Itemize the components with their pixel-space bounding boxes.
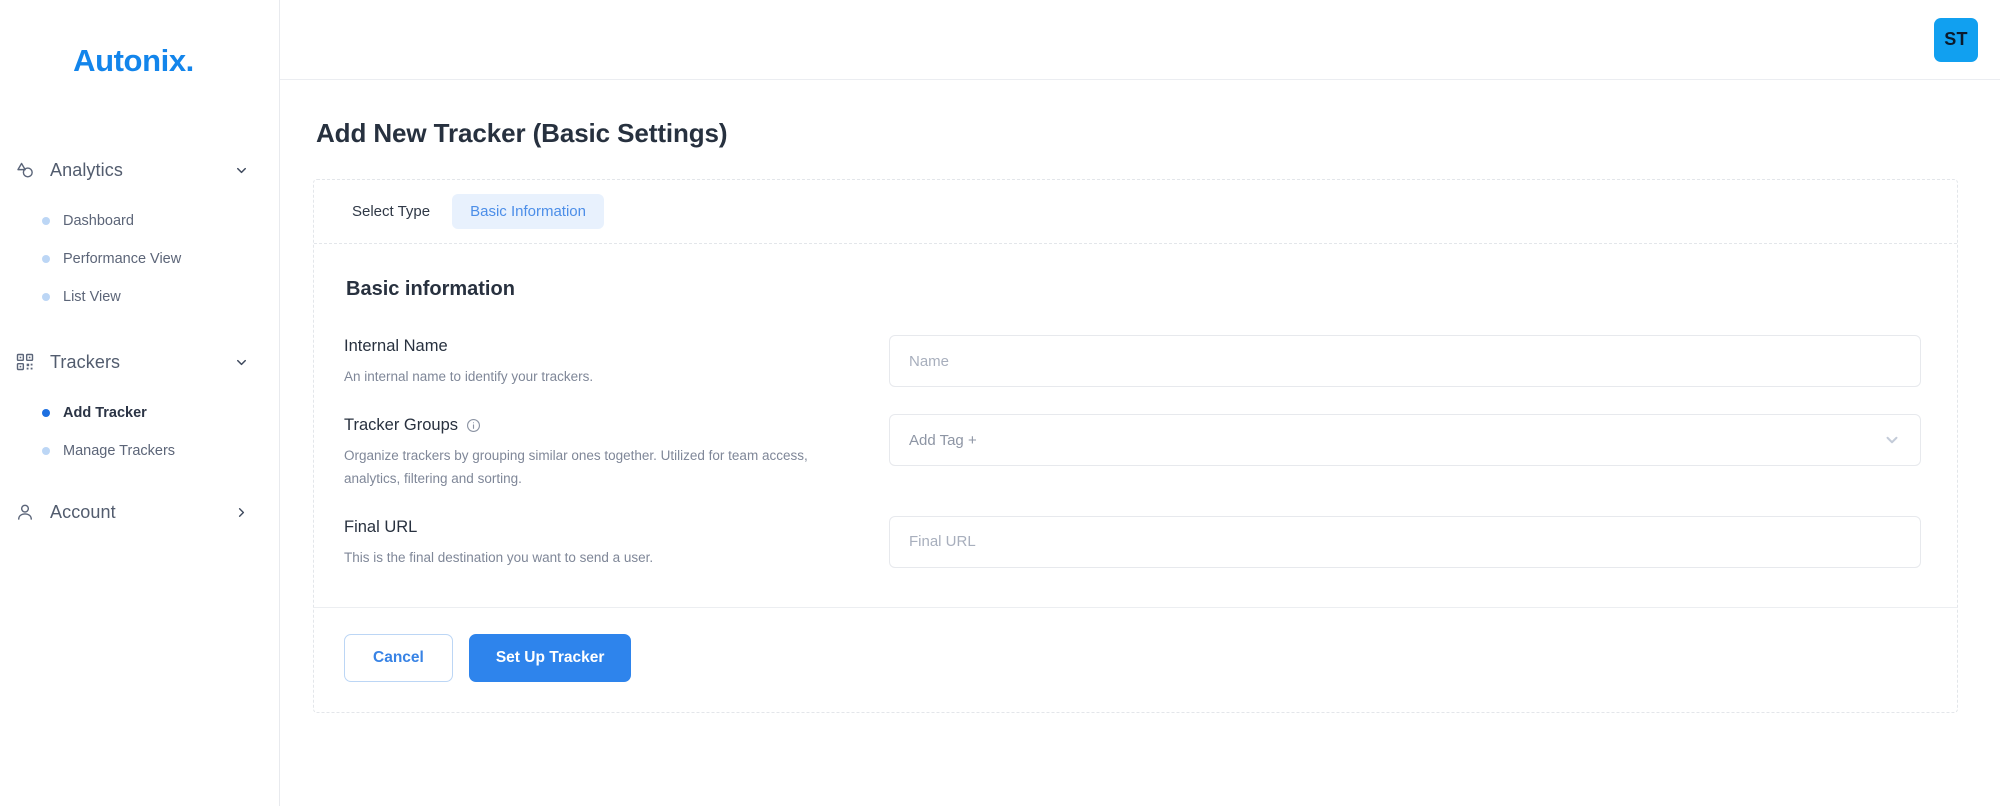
page-title: Add New Tracker (Basic Settings) [316,118,728,148]
select-placeholder: Add Tag + [909,431,977,449]
sidebar-group-account[interactable]: Account [0,492,279,532]
field-label: Tracker Groups [344,416,849,435]
form-footer: Cancel Set Up Tracker [314,608,1957,712]
field-label-block: Final URL This is the final destination … [344,516,889,569]
bullet-icon [42,255,50,263]
field-internal-name: Internal Name An internal name to identi… [344,335,1921,388]
field-label: Internal Name [344,337,849,356]
field-label-block: Tracker Groups Organize trackers by grou… [344,414,889,490]
sidebar-item-label: Manage Trackers [63,443,176,459]
chevron-down-icon[interactable] [1883,431,1901,449]
sidebar-group-label: Trackers [50,351,121,372]
page-content: Add New Tracker (Basic Settings) Select … [280,80,2000,714]
qr-code-icon [14,351,36,373]
field-tracker-groups: Tracker Groups Organize trackers by grou… [344,414,1921,490]
tab-bar: Select Type Basic Information [314,180,1957,244]
sidebar-sublist-trackers: Add Tracker Manage Trackers [0,394,279,470]
form-body: Basic information Internal Name An inter… [314,244,1957,609]
tab-select-type[interactable]: Select Type [334,194,448,229]
topbar: ST [280,0,2000,80]
bullet-icon [42,293,50,301]
sidebar-group-label: Account [50,501,116,522]
chevron-right-icon[interactable] [234,505,249,520]
internal-name-input[interactable] [889,335,1921,387]
field-label-block: Internal Name An internal name to identi… [344,335,889,388]
chevron-down-icon[interactable] [234,163,249,178]
sidebar-item-manage-trackers[interactable]: Manage Trackers [0,432,279,470]
sidebar-sublist-analytics: Dashboard Performance View List View [0,202,279,316]
field-control-block: Add Tag + [889,414,1921,467]
analytics-shapes-icon [14,159,36,181]
logo-text: Autonix. [73,43,194,78]
sidebar-item-list-view[interactable]: List View [0,278,279,316]
sidebar-item-label: List View [63,289,121,305]
sidebar: Autonix. Analytics Dashboard Performance… [0,0,280,806]
cancel-button[interactable]: Cancel [344,634,453,683]
field-final-url: Final URL This is the final destination … [344,515,1921,569]
tab-basic-information[interactable]: Basic Information [452,194,604,229]
field-description: This is the final destination you want t… [344,549,654,565]
sidebar-group-label: Analytics [50,159,123,180]
sidebar-item-performance-view[interactable]: Performance View [0,240,279,278]
field-label-text: Internal Name [344,337,448,355]
app-root: Autonix. Analytics Dashboard Performance… [0,0,2000,806]
logo[interactable]: Autonix. [0,30,279,92]
sidebar-item-dashboard[interactable]: Dashboard [0,202,279,240]
bullet-icon [42,409,50,417]
info-icon[interactable] [466,418,481,433]
main-area: ST Add New Tracker (Basic Settings) Sele… [280,0,2000,806]
field-control-block [889,335,1921,387]
field-label-text: Final URL [344,517,418,536]
bullet-icon [42,447,50,455]
sidebar-group-analytics[interactable]: Analytics [0,150,279,190]
sidebar-item-add-tracker[interactable]: Add Tracker [0,394,279,432]
field-description: Organize trackers by grouping similar on… [344,448,808,486]
section-title: Basic information [346,278,515,300]
sidebar-item-label: Performance View [63,251,182,267]
field-description: An internal name to identify your tracke… [344,369,594,384]
field-label: Final URL [344,518,849,537]
tracker-groups-select[interactable]: Add Tag + [889,414,1921,467]
bullet-icon [42,217,50,225]
sidebar-nav: Analytics Dashboard Performance View Lis… [0,150,279,532]
chevron-down-icon[interactable] [234,355,249,370]
sidebar-group-trackers[interactable]: Trackers [0,342,279,382]
sidebar-item-label: Dashboard [63,213,134,229]
user-icon [14,501,36,523]
sidebar-item-label: Add Tracker [63,405,147,421]
field-label-text: Tracker Groups [344,416,459,435]
set-up-tracker-button[interactable]: Set Up Tracker [468,634,632,683]
final-url-input[interactable] [889,515,1921,568]
tracker-form-card: Select Type Basic Information Basic info… [313,179,1958,714]
field-control-block [889,515,1921,568]
avatar[interactable]: ST [1934,17,1978,62]
tracker-groups-select-wrap: Add Tag + [889,414,1921,467]
